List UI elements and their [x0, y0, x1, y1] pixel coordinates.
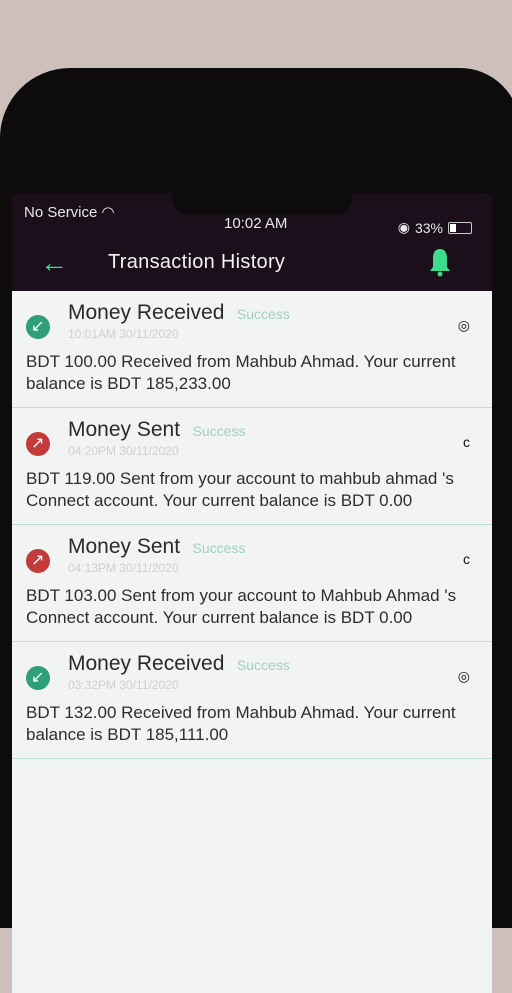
transaction-date: 04:13PM 30/11/2020: [68, 561, 179, 575]
transaction-type: Money Sent: [68, 535, 181, 558]
coin-icon: ◎: [457, 668, 470, 684]
status-badge: Success: [236, 306, 290, 322]
status-badge: Success: [236, 657, 290, 673]
app-bar: ← Transaction History: [12, 241, 492, 291]
transaction-message: BDT 100.00 Received from Mahbub Ahmad. Y…: [26, 352, 456, 393]
transaction-type: Money Sent: [68, 418, 181, 441]
transaction-item[interactable]: ↙ Money Received Success 03:32PM 30/11/2…: [12, 642, 492, 759]
status-badge: Success: [192, 423, 246, 439]
back-arrow-icon[interactable]: ←: [40, 247, 68, 279]
connect-icon: c: [463, 551, 470, 567]
transaction-item[interactable]: ↗ Money Sent Success 04:13PM 30/11/2020 …: [12, 525, 492, 642]
connect-icon: c: [463, 434, 470, 450]
app-screen: No Service ◠ 10:02 AM ◉ 33% ← Transactio…: [12, 193, 492, 993]
battery-level: [450, 223, 456, 232]
transaction-message: BDT 119.00 Sent from your account to mah…: [26, 469, 454, 510]
battery-percent: 33%: [414, 219, 443, 236]
wifi-icon: ◠: [101, 204, 115, 221]
status-badge: Success: [192, 540, 246, 556]
transaction-item[interactable]: ↗ Money Sent Success 04:20PM 30/11/2020 …: [12, 408, 492, 525]
received-icon: ↙: [26, 315, 50, 339]
transaction-date: 10:01AM 30/11/2020: [68, 327, 179, 341]
transaction-message: BDT 103.00 Sent from your account to Mah…: [26, 586, 457, 627]
battery-icon: [448, 221, 472, 234]
page-title: Transaction History: [108, 251, 286, 273]
transaction-type: Money Received: [68, 301, 225, 324]
received-icon: ↙: [26, 666, 50, 690]
clock: 10:02 AM: [224, 215, 288, 232]
sent-icon: ↗: [26, 549, 50, 573]
transaction-date: 03:32PM 30/11/2020: [68, 678, 179, 692]
coin-icon: ◎: [457, 317, 470, 333]
lock-rotation-icon: ◉: [397, 219, 410, 235]
transaction-type: Money Received: [68, 652, 225, 675]
carrier-label: No Service ◠: [24, 203, 115, 221]
bell-icon[interactable]: [428, 247, 452, 277]
status-bar: No Service ◠ 10:02 AM ◉ 33%: [12, 193, 492, 237]
battery-status: ◉ 33%: [398, 219, 472, 236]
transaction-message: BDT 132.00 Received from Mahbub Ahmad. Y…: [26, 703, 456, 744]
transaction-list: ↙ Money Received Success 10:01AM 30/11/2…: [12, 291, 492, 993]
sent-icon: ↗: [26, 432, 50, 456]
carrier-text: No Service: [24, 204, 98, 221]
phone-frame: No Service ◠ 10:02 AM ◉ 33% ← Transactio…: [0, 68, 512, 993]
transaction-date: 04:20PM 30/11/2020: [68, 444, 179, 458]
transaction-item[interactable]: ↙ Money Received Success 10:01AM 30/11/2…: [12, 291, 492, 408]
